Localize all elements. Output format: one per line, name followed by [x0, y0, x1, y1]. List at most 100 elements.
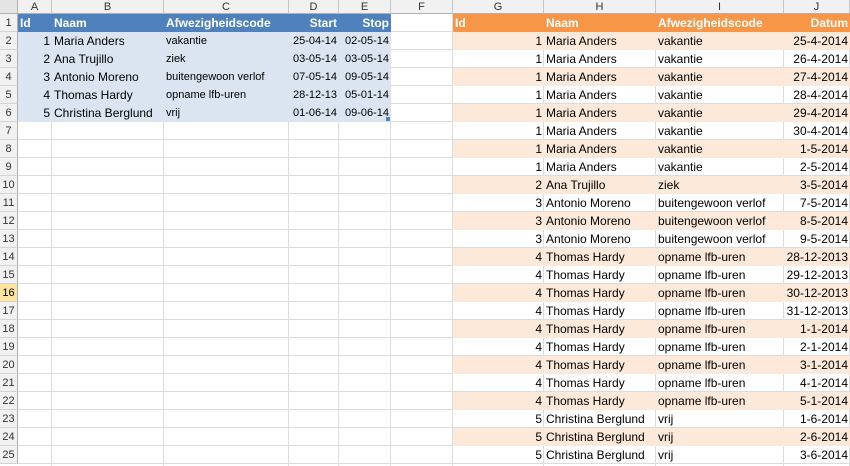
right-table-cell[interactable]: 28-12-2013	[784, 248, 850, 266]
right-table-cell[interactable]: 29-12-2013	[784, 266, 850, 284]
right-table-header-id[interactable]: Id	[453, 14, 544, 32]
left-table-header-start[interactable]: Start	[289, 14, 339, 32]
right-table-cell[interactable]: Thomas Hardy	[544, 374, 656, 392]
row-header-14[interactable]: 14	[0, 248, 18, 266]
row-header-23[interactable]: 23	[0, 410, 18, 428]
right-table-cell[interactable]: Christina Berglund	[544, 446, 656, 464]
column-header-c[interactable]: C	[164, 0, 289, 14]
right-table-cell[interactable]: 30-12-2013	[784, 284, 850, 302]
left-table-cell[interactable]: ziek	[164, 50, 289, 68]
right-table-cell[interactable]: 4	[453, 392, 544, 410]
row-header-22[interactable]: 22	[0, 392, 18, 410]
right-table-cell[interactable]: Maria Anders	[544, 32, 656, 50]
row-header-18[interactable]: 18	[0, 320, 18, 338]
row-header-5[interactable]: 5	[0, 86, 18, 104]
column-header-e[interactable]: E	[339, 0, 391, 14]
left-table-cell[interactable]: vrij	[164, 104, 289, 122]
left-table-cell[interactable]: 3	[18, 68, 52, 86]
left-table-cell[interactable]: 09-05-14	[339, 68, 391, 86]
row-header-6[interactable]: 6	[0, 104, 18, 122]
right-table-cell[interactable]: opname lfb-uren	[656, 374, 784, 392]
right-table-cell[interactable]: buitengewoon verlof	[656, 212, 784, 230]
right-table-cell[interactable]: 3	[453, 194, 544, 212]
right-table-cell[interactable]: 4	[453, 338, 544, 356]
row-header-19[interactable]: 19	[0, 338, 18, 356]
right-table-cell[interactable]: 2	[453, 176, 544, 194]
right-table-cell[interactable]: Maria Anders	[544, 86, 656, 104]
row-header-9[interactable]: 9	[0, 158, 18, 176]
left-table-cell[interactable]: 25-04-14	[289, 32, 339, 50]
left-table-cell[interactable]: 28-12-13	[289, 86, 339, 104]
right-table-cell[interactable]: 1	[453, 104, 544, 122]
row-header-25[interactable]: 25	[0, 446, 18, 464]
right-table-cell[interactable]: opname lfb-uren	[656, 248, 784, 266]
right-table-cell[interactable]: vakantie	[656, 140, 784, 158]
row-header-7[interactable]: 7	[0, 122, 18, 140]
right-table-cell[interactable]: 3-5-2014	[784, 176, 850, 194]
left-table-header-stop[interactable]: Stop	[339, 14, 391, 32]
right-table-cell[interactable]: opname lfb-uren	[656, 320, 784, 338]
row-header-17[interactable]: 17	[0, 302, 18, 320]
right-table-cell[interactable]: 2-1-2014	[784, 338, 850, 356]
right-table-cell[interactable]: Ana Trujillo	[544, 176, 656, 194]
left-table-header-naam[interactable]: Naam	[52, 14, 164, 32]
right-table-cell[interactable]: 1	[453, 140, 544, 158]
column-header-j[interactable]: J	[784, 0, 850, 14]
right-table-cell[interactable]: Christina Berglund	[544, 428, 656, 446]
right-table-cell[interactable]: vrij	[656, 428, 784, 446]
left-table-cell[interactable]: opname lfb-uren	[164, 86, 289, 104]
right-table-cell[interactable]: 1-6-2014	[784, 410, 850, 428]
right-table-cell[interactable]: 1	[453, 50, 544, 68]
left-table-cell[interactable]: 09-06-14	[339, 104, 391, 122]
row-header-4[interactable]: 4	[0, 68, 18, 86]
left-table-cell[interactable]: 2	[18, 50, 52, 68]
row-header-21[interactable]: 21	[0, 374, 18, 392]
left-table-cell[interactable]: buitengewoon verlof	[164, 68, 289, 86]
right-table-cell[interactable]: 1-5-2014	[784, 140, 850, 158]
row-header-13[interactable]: 13	[0, 230, 18, 248]
right-table-cell[interactable]: 8-5-2014	[784, 212, 850, 230]
right-table-cell[interactable]: 1	[453, 32, 544, 50]
left-table-cell[interactable]: 4	[18, 86, 52, 104]
left-table-cell[interactable]: Christina Berglund	[52, 104, 164, 122]
right-table-cell[interactable]: 4	[453, 248, 544, 266]
column-header-a[interactable]: A	[18, 0, 52, 14]
select-all-corner[interactable]	[0, 0, 18, 14]
left-table-header-afwezigheidscode[interactable]: Afwezigheidscode	[164, 14, 289, 32]
row-header-2[interactable]: 2	[0, 32, 18, 50]
left-table-cell[interactable]: vakantie	[164, 32, 289, 50]
right-table-cell[interactable]: vrij	[656, 410, 784, 428]
row-header-11[interactable]: 11	[0, 194, 18, 212]
right-table-cell[interactable]: Thomas Hardy	[544, 302, 656, 320]
right-table-cell[interactable]: vakantie	[656, 104, 784, 122]
right-table-cell[interactable]: buitengewoon verlof	[656, 230, 784, 248]
right-table-cell[interactable]: opname lfb-uren	[656, 284, 784, 302]
right-table-cell[interactable]: 1	[453, 68, 544, 86]
right-table-cell[interactable]: 4	[453, 302, 544, 320]
row-header-10[interactable]: 10	[0, 176, 18, 194]
right-table-cell[interactable]: opname lfb-uren	[656, 266, 784, 284]
right-table-cell[interactable]: 3	[453, 230, 544, 248]
right-table-cell[interactable]: Maria Anders	[544, 68, 656, 86]
left-table-cell[interactable]: Thomas Hardy	[52, 86, 164, 104]
right-table-cell[interactable]: 4	[453, 374, 544, 392]
right-table-cell[interactable]: vakantie	[656, 32, 784, 50]
right-table-cell[interactable]: 3-6-2014	[784, 446, 850, 464]
left-table-cell[interactable]: Ana Trujillo	[52, 50, 164, 68]
right-table-header-naam[interactable]: Naam	[544, 14, 656, 32]
right-table-cell[interactable]: 1	[453, 158, 544, 176]
right-table-cell[interactable]: Thomas Hardy	[544, 338, 656, 356]
row-header-24[interactable]: 24	[0, 428, 18, 446]
right-table-cell[interactable]: 5	[453, 428, 544, 446]
right-table-cell[interactable]: 3	[453, 212, 544, 230]
right-table-cell[interactable]: 25-4-2014	[784, 32, 850, 50]
right-table-cell[interactable]: 1-1-2014	[784, 320, 850, 338]
right-table-cell[interactable]: 7-5-2014	[784, 194, 850, 212]
right-table-cell[interactable]: 5-1-2014	[784, 392, 850, 410]
right-table-header-afwezigheidscode[interactable]: Afwezigheidscode	[656, 14, 784, 32]
right-table-cell[interactable]: Antonio Moreno	[544, 194, 656, 212]
left-table-cell[interactable]: 1	[18, 32, 52, 50]
right-table-cell[interactable]: 4	[453, 356, 544, 374]
right-table-cell[interactable]: opname lfb-uren	[656, 302, 784, 320]
column-header-f[interactable]: F	[391, 0, 453, 14]
